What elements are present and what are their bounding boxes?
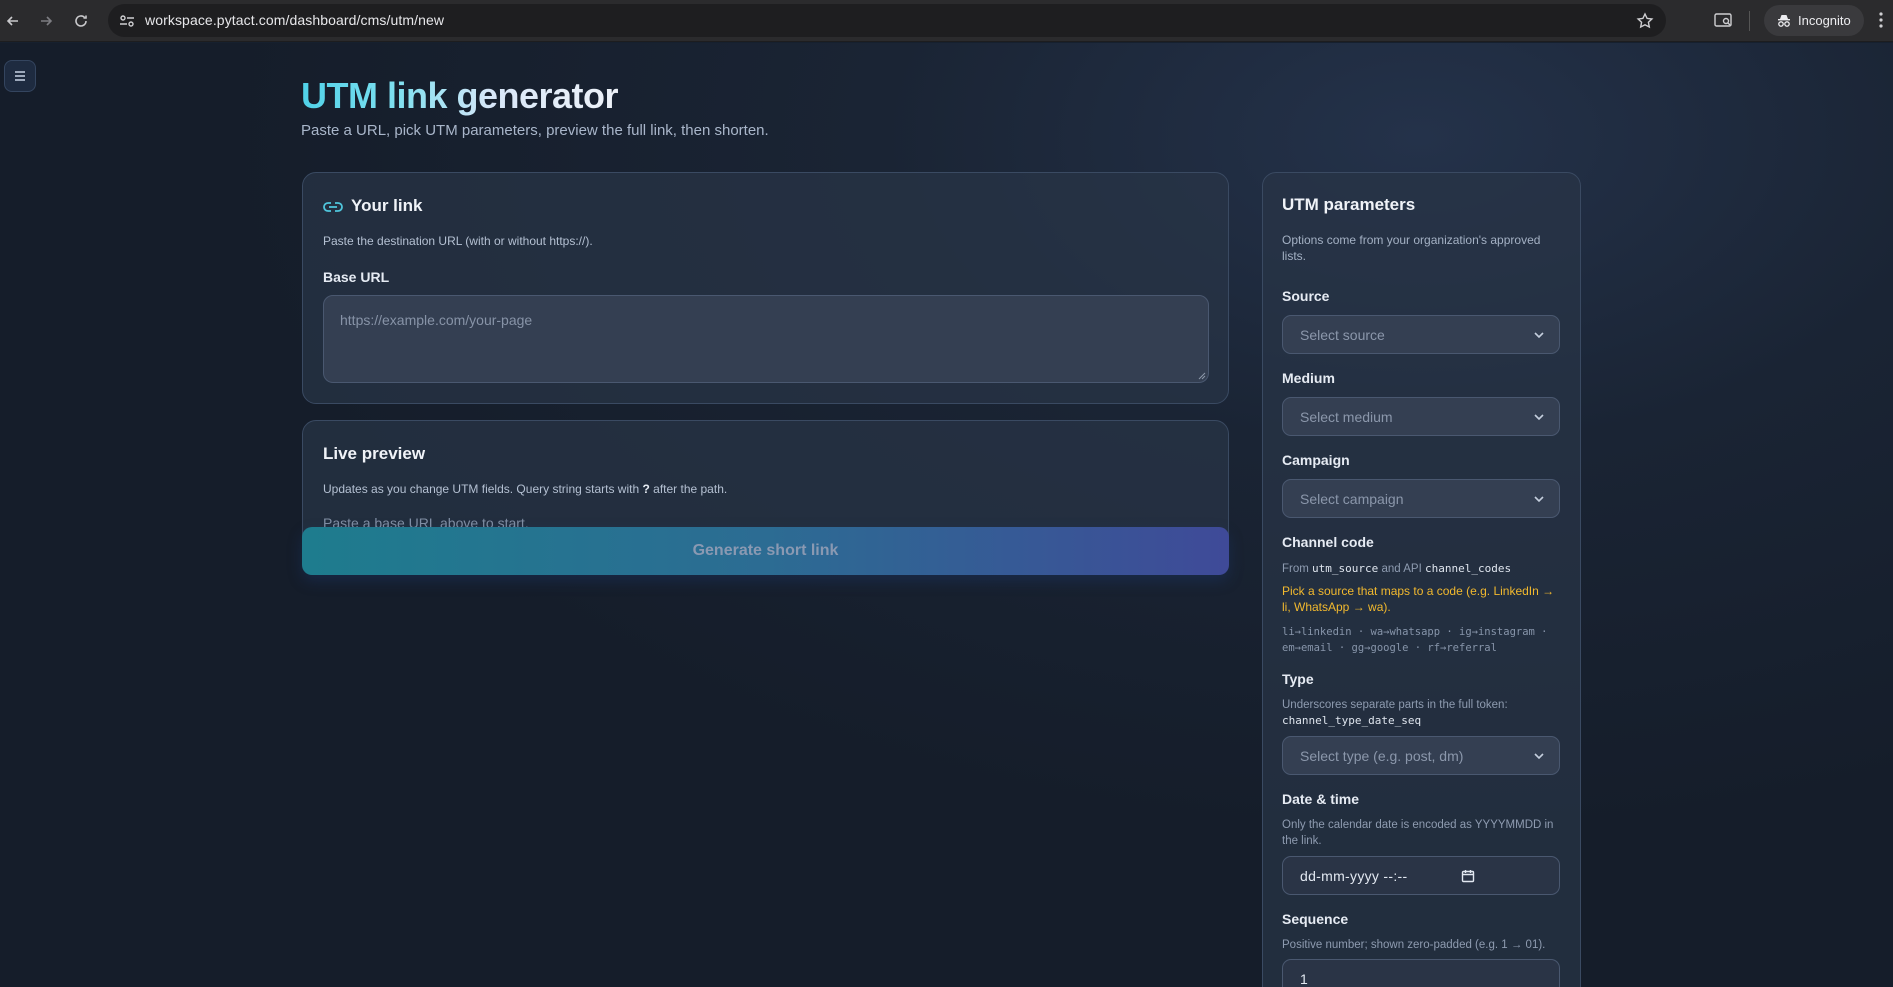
chevron-down-icon [1534, 753, 1544, 760]
chevron-down-icon [1534, 496, 1544, 503]
back-icon[interactable] [0, 8, 26, 34]
date-time-value: dd-mm-yyyy --:-- [1300, 867, 1408, 884]
page-title: UTM link generator [301, 75, 619, 116]
campaign-label: Campaign [1282, 452, 1350, 468]
channel-code-warning: Pick a source that maps to a code (e.g. … [1282, 584, 1555, 614]
forward-icon[interactable] [33, 8, 59, 34]
generate-short-link-button[interactable]: Generate short link [302, 527, 1229, 575]
sequence-value: 1 [1300, 971, 1308, 987]
type-label: Type [1282, 671, 1314, 687]
date-time-label: Date & time [1282, 791, 1360, 807]
sidebar-toggle-button[interactable] [4, 60, 36, 92]
base-url-input[interactable] [323, 295, 1209, 383]
type-select[interactable]: Select type (e.g. post, dm) [1282, 736, 1560, 775]
medium-select[interactable]: Select medium [1282, 397, 1560, 436]
browser-toolbar: workspace.pytact.com/dashboard/cms/utm/n… [0, 0, 1893, 42]
utm-parameters-description: Options come from your organization's ap… [1282, 233, 1541, 263]
medium-select-value: Select medium [1300, 408, 1393, 425]
your-link-title: Your link [351, 196, 423, 215]
incognito-icon [1778, 14, 1790, 27]
date-time-help: Only the calendar date is encoded as YYY… [1282, 819, 1554, 847]
type-select-value: Select type (e.g. post, dm) [1300, 747, 1464, 764]
channel-code-label: Channel code [1282, 534, 1374, 550]
toolbar-divider [1749, 11, 1750, 31]
sequence-help: Positive number; shown zero-padded (e.g.… [1282, 939, 1546, 951]
incognito-badge[interactable]: Incognito [1764, 5, 1864, 36]
site-settings-icon[interactable] [118, 12, 136, 30]
address-bar[interactable]: workspace.pytact.com/dashboard/cms/utm/n… [108, 4, 1666, 37]
live-preview-description: Updates as you change UTM fields. Query … [323, 482, 728, 496]
utm-parameters-title: UTM parameters [1282, 195, 1416, 214]
cast-icon[interactable] [1713, 10, 1733, 30]
hamburger-icon [15, 71, 25, 81]
date-time-input[interactable]: dd-mm-yyyy --:-- [1282, 856, 1560, 895]
campaign-select-value: Select campaign [1300, 490, 1404, 507]
source-label: Source [1282, 288, 1330, 304]
reload-icon[interactable] [68, 8, 94, 34]
campaign-select[interactable]: Select campaign [1282, 479, 1560, 518]
sequence-input[interactable]: 1 [1282, 959, 1560, 987]
source-select-value: Select source [1300, 326, 1385, 343]
incognito-label: Incognito [1798, 13, 1851, 28]
bookmark-star-icon[interactable] [1636, 12, 1654, 30]
type-help: Underscores separate parts in the full t… [1282, 699, 1508, 727]
sequence-label: Sequence [1282, 911, 1349, 927]
medium-label: Medium [1282, 370, 1335, 386]
browser-menu-icon[interactable] [1874, 10, 1888, 30]
resize-handle-icon[interactable] [1196, 370, 1206, 380]
calendar-icon[interactable] [1461, 869, 1475, 883]
page-subtitle: Paste a URL, pick UTM parameters, previe… [301, 122, 769, 139]
your-link-description: Paste the destination URL (with or witho… [323, 234, 593, 248]
link-icon [323, 202, 343, 212]
your-link-card: Your link Paste the destination URL (wit… [302, 172, 1229, 404]
live-preview-title: Live preview [323, 444, 426, 463]
channel-code-list: li→linkedin · wa→whatsapp · ig→instagram… [1282, 626, 1548, 654]
chevron-down-icon [1534, 414, 1544, 421]
source-select[interactable]: Select source [1282, 315, 1560, 354]
address-url[interactable]: workspace.pytact.com/dashboard/cms/utm/n… [145, 12, 444, 28]
chevron-down-icon [1534, 332, 1544, 339]
base-url-label: Base URL [323, 269, 390, 285]
channel-code-help: From utm_source and API channel_codes [1282, 562, 1512, 575]
